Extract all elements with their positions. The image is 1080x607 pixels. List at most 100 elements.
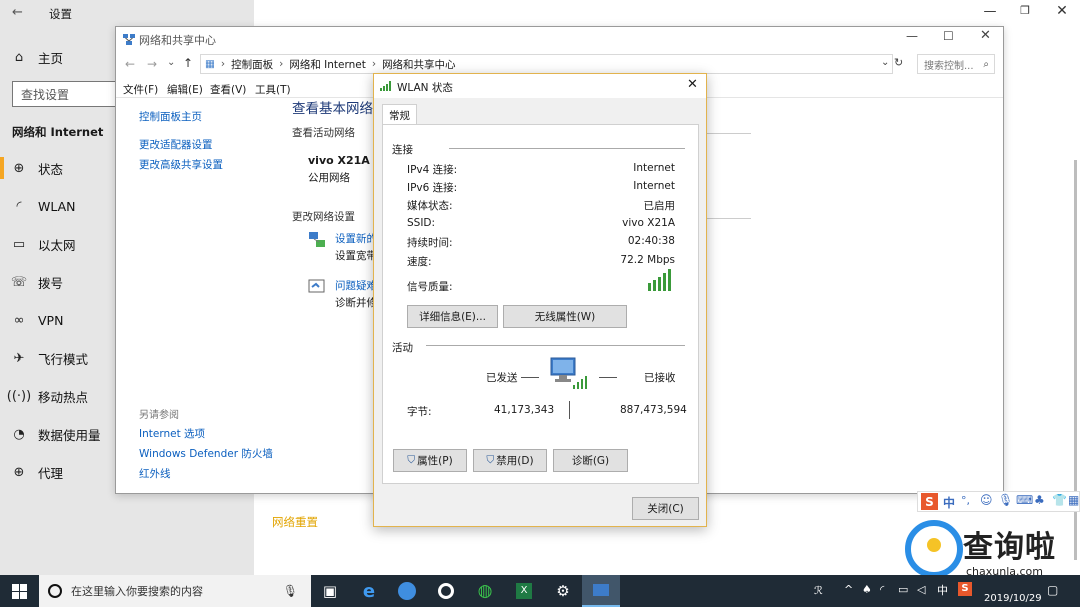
grid-icon[interactable]: ▦	[1068, 493, 1079, 507]
menu-tools[interactable]: 工具(T)	[255, 82, 291, 97]
toolbox-icon[interactable]: ♣	[1034, 493, 1045, 507]
data-usage-icon: ◔	[13, 426, 25, 442]
nsc-search-input[interactable]: 搜索控制... ⌕	[917, 54, 995, 74]
excel-icon[interactable]: X	[505, 575, 543, 607]
system-date[interactable]: 2019/10/29	[984, 593, 1042, 604]
diagnose-button[interactable]: 诊断(G)	[553, 449, 628, 472]
sent-label: 已发送	[486, 372, 518, 384]
internet-options-link[interactable]: Internet 选项	[139, 426, 205, 441]
taskbar-search-box[interactable]: 在这里输入你要搜索的内容 🎙	[39, 575, 311, 607]
control-panel-home-link[interactable]: 控制面板主页	[139, 109, 202, 124]
wlan-info-row: SSID: vivo X21A	[407, 217, 675, 229]
properties-button[interactable]: ⛉ 属性(P)	[393, 449, 467, 472]
media-player-icon[interactable]	[427, 575, 465, 607]
setup-connection-desc: 设置宽带	[335, 250, 377, 262]
breadcrumb-item[interactable]: 网络和共享中心	[382, 57, 456, 72]
see-also-heading: 另请参阅	[139, 410, 179, 421]
show-hidden-icons[interactable]: ^	[844, 583, 853, 596]
change-adapter-link[interactable]: 更改适配器设置	[139, 137, 213, 152]
microphone-icon[interactable]: 🎙	[998, 493, 1013, 507]
network-reset-link[interactable]: 网络重置	[272, 514, 318, 530]
breadcrumb-item[interactable]: 网络和 Internet	[289, 57, 366, 72]
edge-icon[interactable]: e	[350, 575, 388, 607]
nsc-close-icon[interactable]: ✕	[980, 28, 991, 43]
wlan-info-row: 持续时间: 02:40:38	[407, 235, 675, 249]
activity-heading: 活动	[392, 342, 413, 354]
microphone-icon[interactable]: 🎙	[283, 584, 298, 598]
sogou-browser-icon[interactable]	[388, 575, 426, 607]
home-icon: ⌂	[14, 49, 24, 65]
emoji-icon[interactable]: ☺	[980, 493, 993, 507]
menu-file[interactable]: 文件(F)	[123, 82, 158, 97]
cortana-icon	[48, 584, 62, 598]
troubleshoot-desc: 诊断并修	[335, 297, 377, 309]
nav-forward-icon[interactable]: →	[147, 57, 157, 71]
ime-mode-label[interactable]: 中	[943, 494, 955, 511]
address-bar[interactable]: ▦ › 控制面板 › 网络和 Internet › 网络和共享中心	[200, 54, 893, 74]
back-arrow-icon[interactable]: ←	[12, 5, 23, 20]
minimize-icon[interactable]: —	[980, 4, 1000, 19]
action-center-icon[interactable]: ▢	[1047, 583, 1058, 597]
details-button[interactable]: 详细信息(E)...	[407, 305, 498, 328]
tab-general[interactable]: 常规	[382, 104, 417, 125]
start-button[interactable]	[0, 575, 38, 607]
tray-app-icon[interactable]: ♠	[862, 583, 872, 596]
sent-line	[521, 377, 539, 378]
people-icon[interactable]: ℛ	[814, 584, 823, 597]
setup-connection-link[interactable]: 设置新的	[335, 231, 377, 246]
watermark-logo-icon	[905, 520, 963, 578]
sogou-logo-icon: S	[921, 493, 938, 510]
refresh-icon[interactable]: ↻	[894, 56, 903, 69]
control-panel-icon: ▦	[205, 58, 215, 70]
disable-button[interactable]: ⛉ 禁用(D)	[473, 449, 547, 472]
ime-toolbar[interactable]: S 中 °, ☺ 🎙 ⌨ ♣ 👕 ▦	[917, 491, 1080, 512]
troubleshoot-link[interactable]: 问题疑难	[335, 278, 377, 293]
address-dropdown-icon[interactable]: ⌄	[881, 57, 889, 68]
menu-view[interactable]: 查看(V)	[210, 82, 246, 97]
dialog-close-icon[interactable]: ✕	[687, 77, 698, 92]
wireless-properties-button[interactable]: 无线属性(W)	[503, 305, 627, 328]
sogou-tray-icon[interactable]: S	[958, 582, 972, 596]
control-panel-taskbar-icon[interactable]	[582, 575, 620, 607]
restore-icon[interactable]: ❐	[1015, 4, 1035, 17]
bytes-received: 887,473,594	[620, 404, 687, 416]
wifi-tray-icon[interactable]: ◜	[880, 583, 884, 596]
breadcrumb-item[interactable]: 控制面板	[231, 57, 273, 72]
received-line	[599, 377, 617, 378]
signal-quality-row: 信号质量:	[407, 281, 453, 293]
battery-icon[interactable]: ▭	[898, 583, 908, 596]
skin-icon[interactable]: 👕	[1052, 493, 1067, 507]
task-view-icon[interactable]: ▣	[311, 575, 349, 607]
wechat-icon[interactable]: ◍	[466, 575, 504, 607]
signal-strength-icon	[648, 269, 672, 291]
category-heading: 网络和 Internet	[12, 125, 104, 139]
nav-up-icon[interactable]: ↑	[183, 56, 193, 70]
network-activity-icon	[549, 356, 591, 392]
active-networks-heading: 查看活动网络	[292, 127, 355, 139]
menu-edit[interactable]: 编辑(E)	[167, 82, 203, 97]
infrared-link[interactable]: 红外线	[139, 466, 171, 481]
setup-connection-icon	[307, 230, 327, 250]
proxy-icon: ⊕	[13, 464, 25, 480]
defender-firewall-link[interactable]: Windows Defender 防火墙	[139, 446, 273, 461]
wlan-info-row: IPv6 连接: Internet	[407, 180, 675, 194]
punctuation-icon[interactable]: °,	[961, 494, 970, 507]
ethernet-icon: ▭	[12, 236, 26, 252]
nsc-maximize-icon[interactable]: ☐	[943, 29, 954, 43]
windows-logo-icon	[11, 583, 27, 599]
nav-back-icon[interactable]: ←	[125, 57, 135, 71]
advanced-sharing-link[interactable]: 更改高级共享设置	[139, 157, 223, 172]
dialog-title: WLAN 状态	[397, 82, 453, 94]
recent-locations-icon[interactable]: ⌄	[167, 57, 175, 68]
close-icon[interactable]: ✕	[1052, 3, 1072, 19]
volume-icon[interactable]: ◁	[917, 583, 925, 596]
section-rule	[449, 148, 685, 149]
watermark-text: 查询啦	[963, 530, 1056, 565]
keyboard-icon[interactable]: ⌨	[1016, 493, 1033, 507]
tray-ime-label[interactable]: 中	[937, 582, 948, 598]
settings-gear-icon[interactable]: ⚙	[544, 575, 582, 607]
section-rule	[426, 345, 685, 346]
close-button[interactable]: 关闭(C)	[632, 497, 699, 520]
settings-search-input[interactable]: 查找设置	[12, 81, 117, 107]
nsc-minimize-icon[interactable]: —	[906, 29, 918, 43]
